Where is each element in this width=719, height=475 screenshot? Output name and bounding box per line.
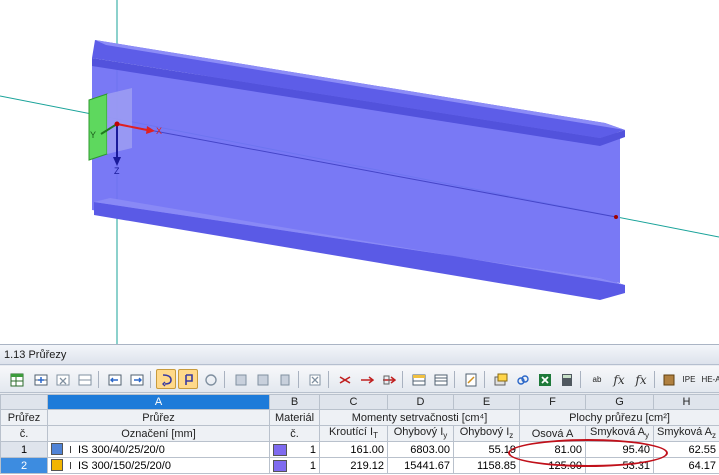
rows-icon[interactable] — [430, 369, 450, 389]
material-color-swatch — [273, 460, 287, 472]
material-color-swatch — [273, 444, 287, 456]
column-letter-row: A B C D E F G H — [1, 395, 719, 410]
x-axis-label: X — [156, 126, 162, 136]
row-number[interactable]: 1 — [1, 442, 48, 458]
section-color-swatch — [51, 459, 63, 471]
settings-icon[interactable] — [490, 369, 510, 389]
hea-icon[interactable]: HE-A — [700, 369, 719, 389]
section-name-cell[interactable]: IIS 300/40/25/20/0 — [48, 442, 270, 458]
col-header-f[interactable]: F — [520, 395, 586, 410]
clear-icon[interactable] — [304, 369, 324, 389]
table-toolbar: ab fx fx IPE HE-A — [0, 366, 719, 393]
end-node[interactable] — [614, 215, 618, 219]
header-ohybovy-z: Ohybový Iz — [454, 426, 520, 442]
header-prurez: Průřez — [48, 410, 270, 426]
panel-title: 1.13 Průřezy — [0, 345, 719, 365]
support-blue-face — [107, 88, 132, 154]
select-icon[interactable] — [156, 369, 176, 389]
pick-icon[interactable] — [178, 369, 198, 389]
section-name: IS 300/150/25/20/0 — [78, 460, 171, 472]
header-smykova-z: Smyková Az — [654, 426, 719, 442]
material-cell[interactable]: 1 — [270, 442, 320, 458]
y-axis-label: Y — [90, 130, 96, 140]
graphics-icon[interactable] — [230, 369, 250, 389]
corner-cell[interactable] — [1, 395, 48, 410]
header-plochy: Plochy průřezu [cm²] — [520, 410, 719, 426]
section-name: IS 300/40/25/20/0 — [78, 444, 165, 456]
cut-icon[interactable] — [334, 369, 354, 389]
refresh-icon[interactable] — [200, 369, 220, 389]
copy-row-icon[interactable] — [356, 369, 376, 389]
header-row-1: Průřez Průřez Materiál Momenty setrvačno… — [1, 410, 719, 426]
col-header-e[interactable]: E — [454, 395, 520, 410]
header-material-number: č. — [270, 426, 320, 442]
columns-icon[interactable] — [408, 369, 428, 389]
ipe-icon[interactable]: IPE — [678, 369, 698, 389]
col-header-b[interactable]: B — [270, 395, 320, 410]
i-beam-icon: I — [66, 461, 75, 472]
number-format-icon[interactable]: ab — [586, 369, 606, 389]
formula-icon[interactable]: fx — [608, 369, 628, 389]
notes-icon[interactable] — [460, 369, 480, 389]
col-header-h[interactable]: H — [654, 395, 719, 410]
delete-row-icon[interactable] — [52, 369, 72, 389]
model-scene: X Y Z — [0, 0, 719, 344]
library-icon[interactable] — [658, 369, 678, 389]
it-cell[interactable]: 161.00 — [320, 442, 388, 458]
z-axis-label: Z — [114, 166, 120, 176]
insert-row-icon[interactable] — [30, 369, 50, 389]
iy-cell[interactable]: 15441.67 — [388, 458, 454, 474]
table-edit-icon[interactable] — [6, 369, 26, 389]
paste-row-icon[interactable] — [378, 369, 398, 389]
header-prurez-number: č. — [1, 426, 48, 442]
filter-icon[interactable] — [274, 369, 294, 389]
view-icon[interactable] — [252, 369, 272, 389]
az-cell[interactable]: 64.17 — [654, 458, 719, 474]
model-viewport[interactable]: X Y Z — [0, 0, 719, 344]
calculator-icon[interactable] — [556, 369, 576, 389]
it-cell[interactable]: 219.12 — [320, 458, 388, 474]
col-header-d[interactable]: D — [388, 395, 454, 410]
excel-link-icon[interactable] — [512, 369, 532, 389]
material-cell[interactable]: 1 — [270, 458, 320, 474]
col-header-c[interactable]: C — [320, 395, 388, 410]
highlight-annotation — [508, 439, 668, 467]
section-color-swatch — [51, 443, 63, 455]
i-beam-icon: I — [66, 445, 75, 456]
col-header-a[interactable]: A — [48, 395, 270, 410]
header-material: Materiál — [270, 410, 320, 426]
col-header-g[interactable]: G — [586, 395, 654, 410]
header-oznaceni: Označení [mm] — [48, 426, 270, 442]
origin-node[interactable] — [115, 122, 120, 127]
header-ohybovy-y: Ohybový Iy — [388, 426, 454, 442]
export-icon[interactable] — [126, 369, 146, 389]
header-prurez-c: Průřez — [1, 410, 48, 426]
iy-cell[interactable]: 6803.00 — [388, 442, 454, 458]
row-number[interactable]: 2 — [1, 458, 48, 474]
header-kroutici: Kroutící IT — [320, 426, 388, 442]
section-name-cell[interactable]: IIS 300/150/25/20/0 — [48, 458, 270, 474]
import-icon[interactable] — [104, 369, 124, 389]
formula-clear-icon[interactable]: fx — [630, 369, 650, 389]
header-momenty: Momenty setrvačnosti [cm⁴] — [320, 410, 520, 426]
sort-icon[interactable] — [74, 369, 94, 389]
excel-icon[interactable] — [534, 369, 554, 389]
support-green-face — [89, 94, 107, 160]
iz-cell[interactable]: 1158.85 — [454, 458, 520, 474]
